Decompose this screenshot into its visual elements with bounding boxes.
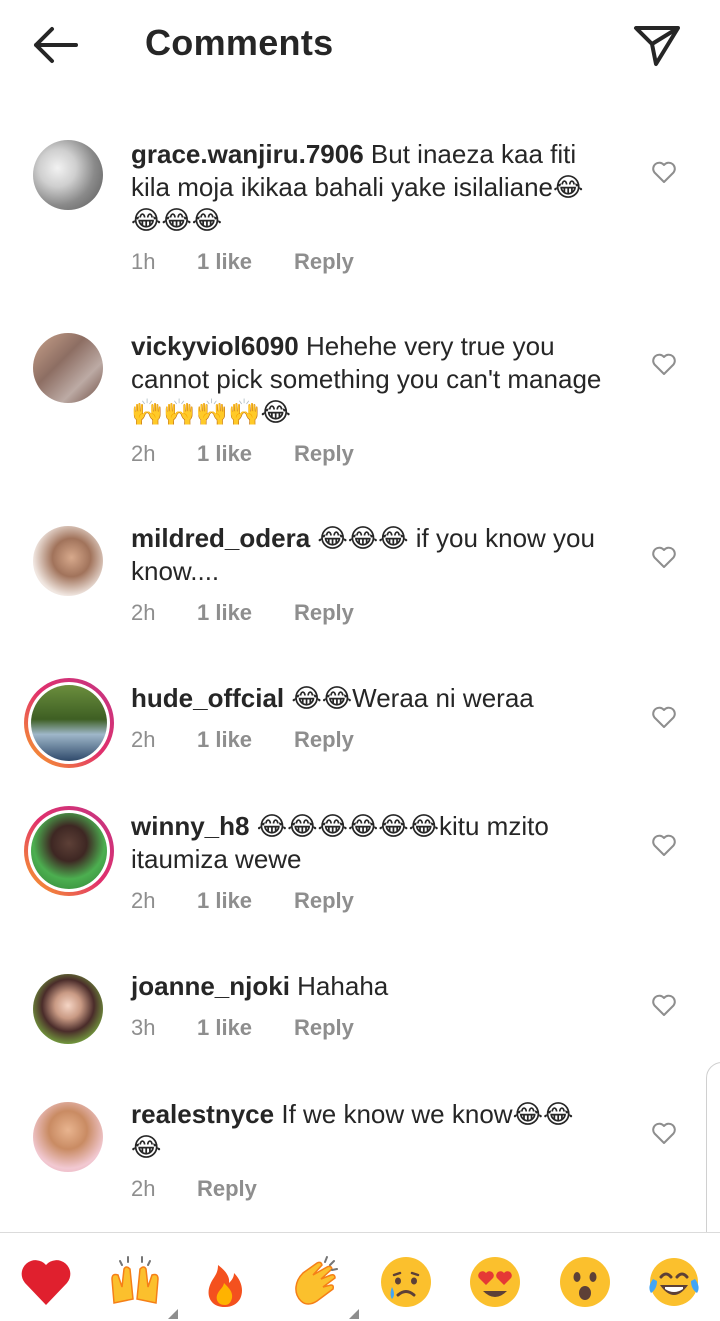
comment-username[interactable]: winny_h8 [131, 811, 249, 841]
comment-emoji: 😂😂😂 [317, 523, 409, 553]
reply-button[interactable]: Reply [294, 437, 354, 470]
comment-meta: 2h 1 like Reply [131, 884, 621, 917]
like-heart-icon[interactable] [651, 993, 677, 1017]
comment-username[interactable]: grace.wanjiru.7906 [131, 139, 364, 169]
comment-likes[interactable]: 1 like [197, 437, 294, 470]
send-direct-icon[interactable] [630, 20, 684, 70]
comment-likes[interactable]: 1 like [197, 596, 294, 629]
variant-indicator [349, 1309, 359, 1319]
reply-button[interactable]: Reply [294, 596, 354, 629]
comment-meta: 2h Reply [131, 1172, 621, 1205]
comment-username[interactable]: vickyviol6090 [131, 331, 299, 361]
avatar-story-ring[interactable] [24, 678, 114, 768]
comment-likes[interactable]: 1 like [197, 723, 294, 756]
comment-emoji: 😂😂 [291, 683, 353, 713]
comment-time: 2h [131, 1176, 156, 1201]
comment-text: If we know we know [281, 1099, 513, 1129]
comment-text: Hahaha [297, 971, 389, 1001]
fire-emoji-icon[interactable] [196, 1253, 254, 1311]
reply-button[interactable]: Reply [294, 1011, 354, 1044]
comment-body: realestnyce If we know we know😂😂 😂 2h Re… [131, 1098, 621, 1205]
comment-body: hude_offcial 😂😂Weraa ni weraa 2h 1 like … [131, 682, 621, 756]
reply-button[interactable]: Reply [197, 1172, 257, 1205]
comment-meta: 2h 1 like Reply [131, 596, 621, 629]
comment-body: grace.wanjiru.7906 But inaeza kaa fiti k… [131, 138, 621, 278]
avatar[interactable] [33, 526, 103, 596]
avatar[interactable] [33, 1102, 103, 1172]
like-heart-icon[interactable] [651, 705, 677, 729]
like-heart-icon[interactable] [651, 1121, 677, 1145]
heart-emoji-icon[interactable] [17, 1253, 75, 1311]
comment-emoji: 😂 [553, 172, 584, 202]
laughing-tears-emoji-icon[interactable] [645, 1253, 703, 1311]
comment-username[interactable]: hude_offcial [131, 683, 284, 713]
back-arrow-icon[interactable] [28, 22, 84, 68]
reply-button[interactable]: Reply [294, 723, 354, 756]
comment-likes[interactable]: 1 like [197, 245, 294, 278]
comment-emoji-line: 😂 [131, 1132, 162, 1162]
page-title: Comments [145, 22, 334, 63]
comment-likes[interactable]: 1 like [197, 1011, 294, 1044]
comment-body: winny_h8 😂😂😂😂😂😂kitu mzito itaumiza wewe … [131, 810, 621, 917]
crying-face-emoji-icon[interactable] [377, 1253, 435, 1311]
quick-reaction-bar [0, 1232, 720, 1321]
comment-likes[interactable]: 1 like [197, 884, 294, 917]
comment-emoji-line: 😂😂😂 [131, 205, 223, 235]
avatar [31, 813, 107, 889]
avatar [31, 685, 107, 761]
comment-body: vickyviol6090 Hehehe very true you canno… [131, 330, 621, 470]
comment-username[interactable]: realestnyce [131, 1099, 274, 1129]
raising-hands-emoji-icon[interactable] [106, 1253, 178, 1319]
header: Comments [0, 0, 720, 90]
heart-eyes-emoji-icon[interactable] [466, 1253, 524, 1311]
avatar[interactable] [33, 333, 103, 403]
comment-emoji: 🙌🙌🙌🙌😂 [131, 397, 291, 427]
avatar[interactable] [33, 140, 103, 210]
reply-button[interactable]: Reply [294, 245, 354, 278]
like-heart-icon[interactable] [651, 160, 677, 184]
comment-time: 2h [131, 727, 156, 752]
avatar-story-ring[interactable] [24, 806, 114, 896]
comment-meta: 3h 1 like Reply [131, 1011, 621, 1044]
comment-body: mildred_odera 😂😂😂 if you know you know..… [131, 522, 621, 629]
comment-meta: 2h 1 like Reply [131, 723, 621, 756]
comment-text: Weraa ni weraa [352, 683, 534, 713]
comment-meta: 1h 1 like Reply [131, 245, 621, 278]
comment-meta: 2h 1 like Reply [131, 437, 621, 470]
comment-time: 3h [131, 1015, 156, 1040]
surprised-face-emoji-icon[interactable] [556, 1253, 614, 1311]
comment-time: 2h [131, 888, 156, 913]
comment-username[interactable]: mildred_odera [131, 523, 310, 553]
comment-username[interactable]: joanne_njoki [131, 971, 290, 1001]
comment-emoji: 😂😂 [512, 1099, 574, 1129]
comment-time: 1h [131, 249, 156, 274]
comment-time: 2h [131, 600, 156, 625]
variant-indicator [168, 1309, 178, 1319]
comment-body: joanne_njoki Hahaha 3h 1 like Reply [131, 970, 621, 1044]
comment-time: 2h [131, 441, 156, 466]
avatar[interactable] [33, 974, 103, 1044]
clapping-hands-emoji-icon[interactable] [287, 1253, 359, 1319]
like-heart-icon[interactable] [651, 833, 677, 857]
like-heart-icon[interactable] [651, 352, 677, 376]
like-heart-icon[interactable] [651, 545, 677, 569]
comment-emoji: 😂😂😂😂😂😂 [256, 811, 439, 841]
reply-button[interactable]: Reply [294, 884, 354, 917]
